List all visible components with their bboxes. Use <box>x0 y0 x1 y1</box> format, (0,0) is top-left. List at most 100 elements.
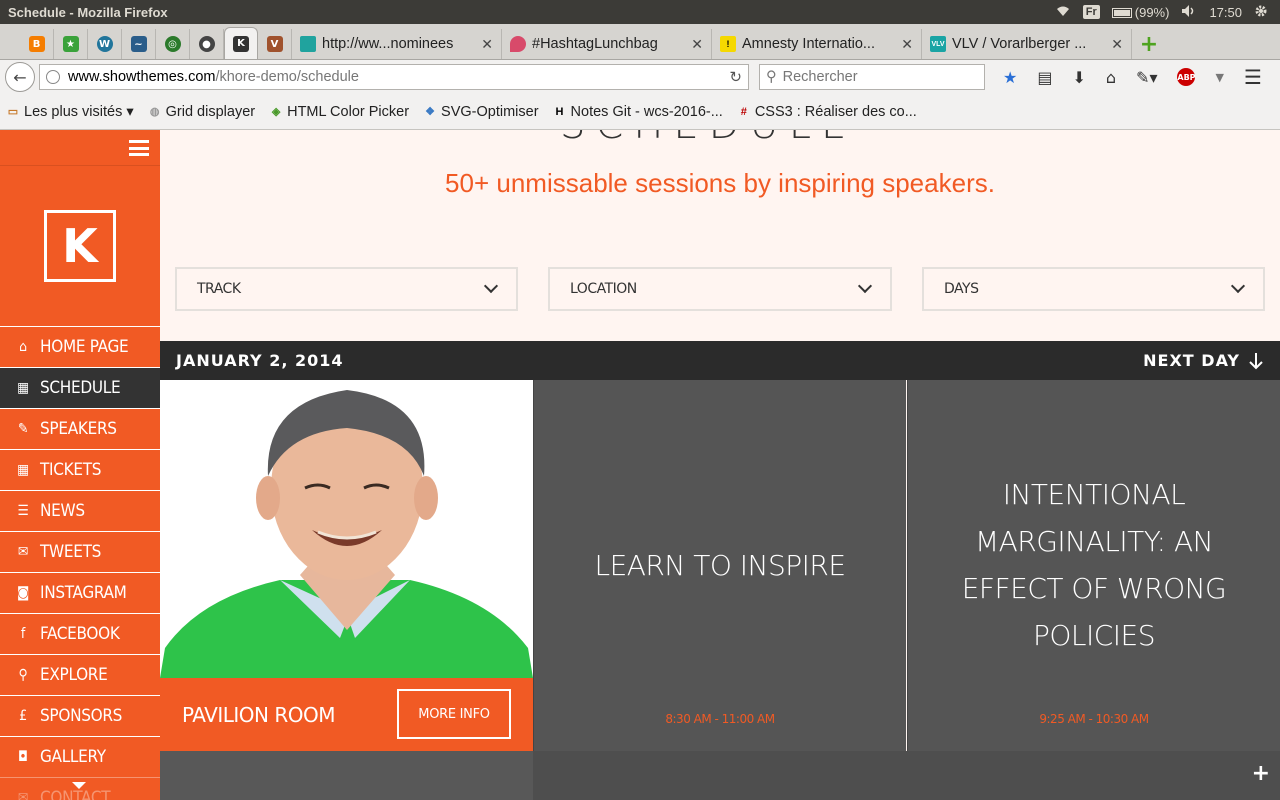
tab-label: http://ww...nominees <box>322 36 454 52</box>
search-input[interactable]: ⚲ Rechercher <box>759 64 985 90</box>
pin-icon <box>510 36 526 52</box>
keyboard-layout-indicator[interactable]: Fr <box>1082 5 1100 19</box>
eyedropper-icon[interactable]: ✎▾ <box>1136 68 1157 87</box>
close-tab-icon[interactable]: ✕ <box>901 36 913 53</box>
k-logo-icon: K <box>233 35 249 52</box>
sidebar-item-gallery[interactable]: ◘ GALLERY <box>0 736 160 777</box>
sidebar-item-label: SPEAKERS <box>40 419 117 439</box>
close-tab-icon[interactable]: ✕ <box>691 36 703 53</box>
pinned-tab-star[interactable]: ★ <box>54 29 88 59</box>
new-tab-button[interactable]: + <box>1132 29 1166 59</box>
speaker-photo[interactable] <box>160 380 533 678</box>
next-day-button[interactable]: NEXT DAY <box>1143 351 1264 370</box>
site-logo[interactable]: K <box>44 210 116 282</box>
sidebar-item-news[interactable]: ☰ NEWS <box>0 490 160 531</box>
os-indicators: Fr (99%) 17:50 <box>1055 4 1280 21</box>
bookmark-star-icon[interactable]: ★ <box>1003 68 1017 87</box>
tagline: 50+ unmissable sessions by inspiring spe… <box>445 168 995 198</box>
back-button[interactable]: ← <box>5 62 35 92</box>
bookmark-html-color-picker[interactable]: ◈ HTML Color Picker <box>269 104 409 120</box>
bookmark-notes-git[interactable]: H Notes Git - wcs-2016-... <box>553 104 723 120</box>
chevron-down-icon <box>857 278 873 294</box>
tab-hashtaglunchbag[interactable]: #HashtagLunchbag ✕ <box>502 29 712 59</box>
tab-label: VLV / Vorarlberger ... <box>952 36 1087 52</box>
sidebar-item-label: GALLERY <box>40 747 106 767</box>
tab-vlv[interactable]: VLV VLV / Vorarlberger ... ✕ <box>922 29 1132 59</box>
sidebar-item-home[interactable]: ⌂ HOME PAGE <box>0 326 160 367</box>
track-filter-select[interactable]: TRACK <box>175 267 518 311</box>
room-name: PAVILION ROOM <box>182 702 336 727</box>
wifi-icon[interactable] <box>1055 5 1071 20</box>
close-tab-icon[interactable]: ✕ <box>1111 36 1123 53</box>
filter-label: TRACK <box>197 281 241 297</box>
pinned-tab-github[interactable]: ● <box>190 29 224 59</box>
pinned-tab-blogger[interactable]: B <box>20 29 54 59</box>
download-icon[interactable]: ⬇ <box>1072 68 1085 87</box>
url-host: www.showthemes.com <box>68 69 216 85</box>
bookmark-label: CSS3 : Réaliser des co... <box>754 103 917 120</box>
sidebar-item-label: HOME PAGE <box>40 337 129 357</box>
adblock-icon[interactable]: ABP <box>1177 68 1196 86</box>
page-title: SCHEDULE <box>560 130 856 148</box>
chevron-down-icon[interactable]: ▼ <box>1215 71 1223 84</box>
sidebar-item-schedule[interactable]: ▦ SCHEDULE <box>0 367 160 408</box>
tab-label: Amnesty Internatio... <box>742 36 875 52</box>
globe-icon: ◍ <box>149 106 160 118</box>
pinned-tab-khore[interactable]: K <box>224 27 258 59</box>
session-card[interactable]: INTENTIONAL MARGINALITY: AN EFFECT OF WR… <box>907 380 1280 751</box>
location-filter-select[interactable]: LOCATION <box>548 267 892 311</box>
more-info-button[interactable]: MORE INFO <box>397 689 511 739</box>
bookmark-css3[interactable]: # CSS3 : Réaliser des co... <box>737 104 917 120</box>
pinned-tab-v[interactable]: V <box>258 29 292 59</box>
camera-icon: ◘ <box>18 749 28 765</box>
clock[interactable]: 17:50 <box>1209 5 1242 20</box>
menu-icon[interactable]: ☰ <box>1244 65 1262 89</box>
settings-gear-icon[interactable] <box>1254 4 1268 21</box>
scroll-more-arrow-icon[interactable] <box>72 782 86 789</box>
circle-icon: ◎ <box>164 36 181 52</box>
folder-icon: ▭ <box>7 106 19 118</box>
bookmark-label: Grid displayer <box>165 103 256 120</box>
tab-label: #HashtagLunchbag <box>532 36 658 52</box>
sidebar-item-label: INSTAGRAM <box>40 583 127 603</box>
bookmark-grid-displayer[interactable]: ◍ Grid displayer <box>148 104 255 120</box>
hamburger-menu-icon[interactable] <box>129 140 149 156</box>
home-icon[interactable]: ⌂ <box>1106 68 1116 87</box>
reading-list-icon[interactable]: ▤ <box>1037 68 1052 87</box>
window-title: Schedule - Mozilla Firefox <box>8 4 168 20</box>
bookmark-label: Notes Git - wcs-2016-... <box>570 103 723 120</box>
battery-indicator[interactable]: (99%) <box>1111 5 1169 20</box>
tab-amnesty[interactable]: ! Amnesty Internatio... ✕ <box>712 29 922 59</box>
sidebar-item-instagram[interactable]: ◙ INSTAGRAM <box>0 572 160 613</box>
expand-plus-icon[interactable]: + <box>1252 761 1270 786</box>
pinned-tab-wave[interactable]: ~ <box>122 29 156 59</box>
days-filter-select[interactable]: DAYS <box>922 267 1265 311</box>
bookmark-label: Les plus visités ▾ <box>24 103 134 120</box>
mail-icon: ✉ <box>17 790 29 800</box>
sidebar-item-explore[interactable]: ⚲ EXPLORE <box>0 654 160 695</box>
sidebar-item-tweets[interactable]: ✉ TWEETS <box>0 531 160 572</box>
bookmark-svg-optimiser[interactable]: ❖ SVG-Optimiser <box>423 104 538 120</box>
pinned-tab-circle[interactable]: ◎ <box>156 29 190 59</box>
facebook-icon: f <box>20 626 26 642</box>
home-icon: ⌂ <box>19 339 27 355</box>
sidebar-item-speakers[interactable]: ✎ SPEAKERS <box>0 408 160 449</box>
sidebar-item-tickets[interactable]: ▦ TICKETS <box>0 449 160 490</box>
pinned-tab-wordpress[interactable]: W <box>88 29 122 59</box>
tab-nominees[interactable]: http://ww...nominees ✕ <box>292 29 502 59</box>
plus-icon: + <box>1139 31 1159 57</box>
session-title: INTENTIONAL MARGINALITY: AN EFFECT OF WR… <box>961 478 1227 652</box>
sidebar: K ⌂ HOME PAGE ▦ SCHEDULE ✎ SPEAKERS ▦ TICKET… <box>0 130 160 800</box>
sidebar-item-facebook[interactable]: f FACEBOOK <box>0 613 160 654</box>
url-bar[interactable]: www.showthemes.com/khore-demo/schedule ↻ <box>39 64 749 90</box>
volume-icon[interactable] <box>1181 4 1197 21</box>
session-card[interactable]: LEARN TO INSPIRE 8:30 AM - 11:00 AM <box>533 380 906 751</box>
sidebar-top-row <box>0 130 160 166</box>
h-icon: H <box>555 105 564 118</box>
sidebar-item-label: TWEETS <box>40 542 102 562</box>
close-tab-icon[interactable]: ✕ <box>481 36 493 53</box>
bookmark-most-visited[interactable]: ▭ Les plus visités ▾ <box>6 104 134 120</box>
color-picker-icon: ◈ <box>271 106 281 118</box>
reload-icon[interactable]: ↻ <box>729 68 742 86</box>
sidebar-item-sponsors[interactable]: £ SPONSORS <box>0 695 160 736</box>
